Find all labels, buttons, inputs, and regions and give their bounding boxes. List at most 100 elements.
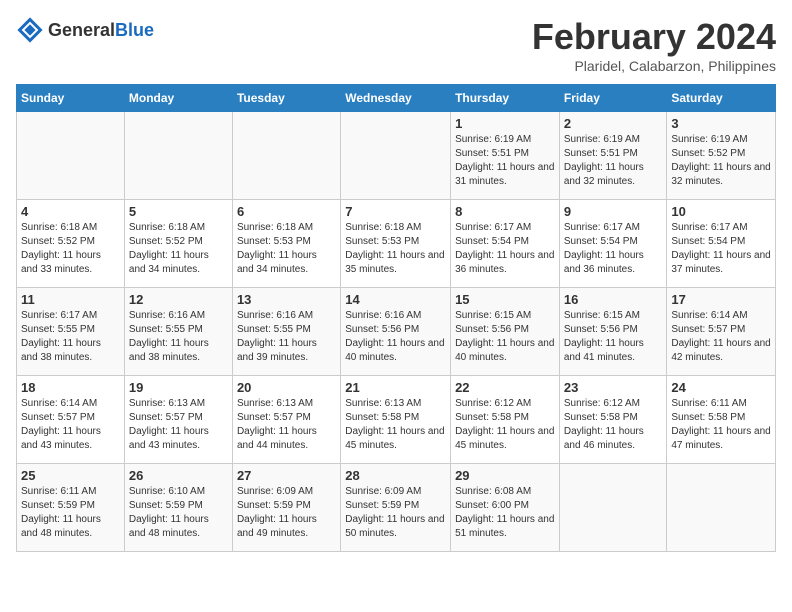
day-number: 12 xyxy=(129,292,228,307)
location-subtitle: Plaridel, Calabarzon, Philippines xyxy=(532,58,776,74)
day-info: Sunrise: 6:13 AM Sunset: 5:57 PM Dayligh… xyxy=(237,397,336,453)
day-info: Sunrise: 6:12 AM Sunset: 5:58 PM Dayligh… xyxy=(564,397,663,453)
day-info: Sunrise: 6:11 AM Sunset: 5:58 PM Dayligh… xyxy=(671,397,771,453)
calendar-cell xyxy=(124,112,232,200)
day-info: Sunrise: 6:18 AM Sunset: 5:52 PM Dayligh… xyxy=(129,221,228,277)
calendar-cell xyxy=(17,112,125,200)
calendar-cell: 26Sunrise: 6:10 AM Sunset: 5:59 PM Dayli… xyxy=(124,464,232,552)
calendar-cell: 11Sunrise: 6:17 AM Sunset: 5:55 PM Dayli… xyxy=(17,288,125,376)
calendar-cell: 22Sunrise: 6:12 AM Sunset: 5:58 PM Dayli… xyxy=(451,376,560,464)
month-title: February 2024 xyxy=(532,16,776,58)
day-number: 8 xyxy=(455,204,555,219)
calendar-cell: 8 Sunrise: 6:17 AM Sunset: 5:54 PM Daylig… xyxy=(451,200,560,288)
calendar-cell: 20 Sunrise: 6:13 AM Sunset: 5:57 PM Dayli… xyxy=(232,376,340,464)
day-info: Sunrise: 6:16 AM Sunset: 5:55 PM Dayligh… xyxy=(237,309,336,365)
calendar-table: SundayMondayTuesdayWednesdayThursdayFrid… xyxy=(16,84,776,552)
day-number: 14 xyxy=(345,292,446,307)
day-info: Sunrise: 6:14 AM Sunset: 5:57 PM Dayligh… xyxy=(21,397,120,453)
logo-icon xyxy=(16,16,44,44)
calendar-cell: 1Sunrise: 6:19 AM Sunset: 5:51 PM Daylig… xyxy=(451,112,560,200)
calendar-cell: 21Sunrise: 6:13 AM Sunset: 5:58 PM Dayli… xyxy=(341,376,451,464)
day-info: Sunrise: 6:19 AM Sunset: 5:51 PM Dayligh… xyxy=(564,133,663,189)
calendar-cell: 5 Sunrise: 6:18 AM Sunset: 5:52 PM Daylig… xyxy=(124,200,232,288)
day-info: Sunrise: 6:17 AM Sunset: 5:55 PM Dayligh… xyxy=(21,309,120,365)
calendar-cell: 13Sunrise: 6:16 AM Sunset: 5:55 PM Dayli… xyxy=(232,288,340,376)
day-number: 29 xyxy=(455,468,555,483)
day-number: 27 xyxy=(237,468,336,483)
calendar-weekday-header: Wednesday xyxy=(341,85,451,112)
calendar-cell: 29 Sunrise: 6:08 AM Sunset: 6:00 PM Dayli… xyxy=(451,464,560,552)
day-number: 23 xyxy=(564,380,663,395)
calendar-cell: 9 Sunrise: 6:17 AM Sunset: 5:54 PM Daylig… xyxy=(559,200,667,288)
day-number: 5 xyxy=(129,204,228,219)
calendar-cell: 18 Sunrise: 6:14 AM Sunset: 5:57 PM Dayli… xyxy=(17,376,125,464)
calendar-weekday-header: Monday xyxy=(124,85,232,112)
calendar-week-row: 1Sunrise: 6:19 AM Sunset: 5:51 PM Daylig… xyxy=(17,112,776,200)
day-info: Sunrise: 6:18 AM Sunset: 5:52 PM Dayligh… xyxy=(21,221,120,277)
calendar-cell: 17 Sunrise: 6:14 AM Sunset: 5:57 PM Dayli… xyxy=(667,288,776,376)
calendar-cell xyxy=(559,464,667,552)
logo-text: General Blue xyxy=(48,20,154,41)
day-number: 4 xyxy=(21,204,120,219)
calendar-cell: 10 Sunrise: 6:17 AM Sunset: 5:54 PM Dayli… xyxy=(667,200,776,288)
calendar-cell: 16 Sunrise: 6:15 AM Sunset: 5:56 PM Dayli… xyxy=(559,288,667,376)
calendar-cell: 7 Sunrise: 6:18 AM Sunset: 5:53 PM Daylig… xyxy=(341,200,451,288)
calendar-cell: 3 Sunrise: 6:19 AM Sunset: 5:52 PM Daylig… xyxy=(667,112,776,200)
day-info: Sunrise: 6:17 AM Sunset: 5:54 PM Dayligh… xyxy=(564,221,663,277)
day-number: 25 xyxy=(21,468,120,483)
day-info: Sunrise: 6:19 AM Sunset: 5:52 PM Dayligh… xyxy=(671,133,771,189)
calendar-cell: 25 Sunrise: 6:11 AM Sunset: 5:59 PM Dayli… xyxy=(17,464,125,552)
calendar-weekday-header: Thursday xyxy=(451,85,560,112)
calendar-cell xyxy=(232,112,340,200)
calendar-header-row: SundayMondayTuesdayWednesdayThursdayFrid… xyxy=(17,85,776,112)
day-number: 2 xyxy=(564,116,663,131)
day-number: 6 xyxy=(237,204,336,219)
day-number: 10 xyxy=(671,204,771,219)
calendar-weekday-header: Tuesday xyxy=(232,85,340,112)
calendar-cell: 14 Sunrise: 6:16 AM Sunset: 5:56 PM Dayli… xyxy=(341,288,451,376)
day-info: Sunrise: 6:17 AM Sunset: 5:54 PM Dayligh… xyxy=(455,221,555,277)
day-number: 20 xyxy=(237,380,336,395)
day-info: Sunrise: 6:12 AM Sunset: 5:58 PM Dayligh… xyxy=(455,397,555,453)
day-number: 21 xyxy=(345,380,446,395)
day-info: Sunrise: 6:18 AM Sunset: 5:53 PM Dayligh… xyxy=(237,221,336,277)
calendar-weekday-header: Friday xyxy=(559,85,667,112)
calendar-week-row: 4 Sunrise: 6:18 AM Sunset: 5:52 PM Daylig… xyxy=(17,200,776,288)
calendar-cell xyxy=(667,464,776,552)
day-info: Sunrise: 6:14 AM Sunset: 5:57 PM Dayligh… xyxy=(671,309,771,365)
calendar-weekday-header: Saturday xyxy=(667,85,776,112)
calendar-cell: 4 Sunrise: 6:18 AM Sunset: 5:52 PM Daylig… xyxy=(17,200,125,288)
day-info: Sunrise: 6:10 AM Sunset: 5:59 PM Dayligh… xyxy=(129,485,228,541)
day-info: Sunrise: 6:16 AM Sunset: 5:55 PM Dayligh… xyxy=(129,309,228,365)
day-info: Sunrise: 6:13 AM Sunset: 5:57 PM Dayligh… xyxy=(129,397,228,453)
day-number: 18 xyxy=(21,380,120,395)
day-info: Sunrise: 6:15 AM Sunset: 5:56 PM Dayligh… xyxy=(564,309,663,365)
calendar-weekday-header: Sunday xyxy=(17,85,125,112)
day-info: Sunrise: 6:17 AM Sunset: 5:54 PM Dayligh… xyxy=(671,221,771,277)
day-info: Sunrise: 6:09 AM Sunset: 5:59 PM Dayligh… xyxy=(345,485,446,541)
calendar-week-row: 11Sunrise: 6:17 AM Sunset: 5:55 PM Dayli… xyxy=(17,288,776,376)
calendar-cell: 2 Sunrise: 6:19 AM Sunset: 5:51 PM Daylig… xyxy=(559,112,667,200)
day-info: Sunrise: 6:16 AM Sunset: 5:56 PM Dayligh… xyxy=(345,309,446,365)
page-header: General Blue February 2024 Plaridel, Cal… xyxy=(16,16,776,74)
day-info: Sunrise: 6:11 AM Sunset: 5:59 PM Dayligh… xyxy=(21,485,120,541)
day-number: 16 xyxy=(564,292,663,307)
calendar-cell: 15Sunrise: 6:15 AM Sunset: 5:56 PM Dayli… xyxy=(451,288,560,376)
calendar-cell: 19Sunrise: 6:13 AM Sunset: 5:57 PM Dayli… xyxy=(124,376,232,464)
day-info: Sunrise: 6:09 AM Sunset: 5:59 PM Dayligh… xyxy=(237,485,336,541)
day-info: Sunrise: 6:18 AM Sunset: 5:53 PM Dayligh… xyxy=(345,221,446,277)
calendar-cell: 23 Sunrise: 6:12 AM Sunset: 5:58 PM Dayli… xyxy=(559,376,667,464)
day-number: 9 xyxy=(564,204,663,219)
day-number: 7 xyxy=(345,204,446,219)
calendar-cell: 24Sunrise: 6:11 AM Sunset: 5:58 PM Dayli… xyxy=(667,376,776,464)
day-number: 17 xyxy=(671,292,771,307)
title-area: February 2024 Plaridel, Calabarzon, Phil… xyxy=(532,16,776,74)
day-info: Sunrise: 6:19 AM Sunset: 5:51 PM Dayligh… xyxy=(455,133,555,189)
day-number: 28 xyxy=(345,468,446,483)
day-number: 3 xyxy=(671,116,771,131)
calendar-week-row: 25 Sunrise: 6:11 AM Sunset: 5:59 PM Dayli… xyxy=(17,464,776,552)
calendar-cell: 12 Sunrise: 6:16 AM Sunset: 5:55 PM Dayli… xyxy=(124,288,232,376)
calendar-cell xyxy=(341,112,451,200)
calendar-cell: 28 Sunrise: 6:09 AM Sunset: 5:59 PM Dayli… xyxy=(341,464,451,552)
day-info: Sunrise: 6:08 AM Sunset: 6:00 PM Dayligh… xyxy=(455,485,555,541)
